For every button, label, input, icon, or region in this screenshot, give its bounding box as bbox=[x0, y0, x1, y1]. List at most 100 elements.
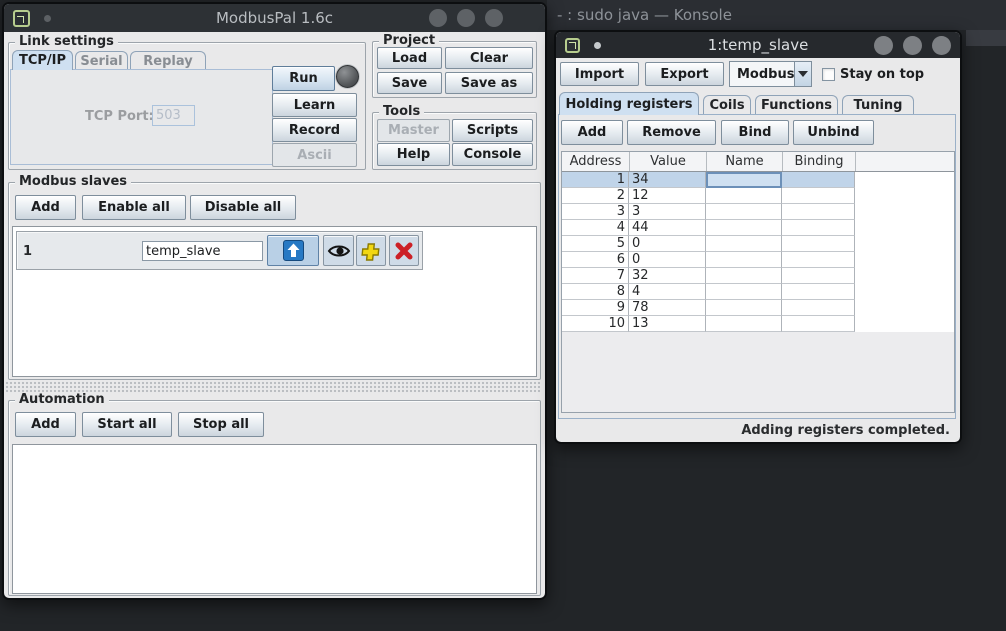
enable-all-button[interactable]: Enable all bbox=[82, 195, 186, 220]
table-row[interactable]: 978 bbox=[562, 300, 954, 316]
column-header-value[interactable]: Value bbox=[630, 152, 707, 171]
table-cell-addr[interactable]: 5 bbox=[562, 236, 629, 252]
modbuspal-app-icon[interactable] bbox=[13, 10, 30, 27]
table-cell-nm[interactable] bbox=[706, 268, 782, 284]
table-row[interactable]: 1013 bbox=[562, 316, 954, 332]
registers-table-header[interactable]: Address Value Name Binding bbox=[562, 152, 954, 172]
table-cell-val[interactable]: 13 bbox=[629, 316, 706, 332]
registers-table[interactable]: Address Value Name Binding 1342123344450… bbox=[561, 151, 955, 413]
tab-holding-registers[interactable]: Holding registers bbox=[559, 92, 699, 115]
table-row[interactable]: 212 bbox=[562, 188, 954, 204]
window-button-circle-icon[interactable] bbox=[457, 9, 475, 27]
tab-tuning[interactable]: Tuning bbox=[842, 95, 914, 115]
tab-replay[interactable]: Replay bbox=[130, 51, 206, 70]
slave-delete-button[interactable] bbox=[389, 235, 419, 266]
table-cell-val[interactable]: 3 bbox=[629, 204, 706, 220]
save-as-button[interactable]: Save as bbox=[445, 72, 533, 94]
table-row[interactable]: 732 bbox=[562, 268, 954, 284]
tab-functions[interactable]: Functions bbox=[755, 95, 838, 115]
tab-serial[interactable]: Serial bbox=[75, 51, 128, 70]
main-window-controls[interactable] bbox=[429, 9, 503, 27]
modbuspal-app-icon[interactable] bbox=[565, 38, 580, 53]
konsole-titlebar[interactable]: - : sudo java — Konsole bbox=[547, 0, 1006, 30]
table-cell-nm[interactable] bbox=[706, 316, 782, 332]
table-cell-nm[interactable] bbox=[706, 300, 782, 316]
table-row[interactable]: 50 bbox=[562, 236, 954, 252]
learn-button[interactable]: Learn bbox=[272, 93, 357, 117]
stay-on-top-checkbox[interactable] bbox=[822, 68, 835, 81]
table-cell-addr[interactable]: 2 bbox=[562, 188, 629, 204]
slave-window-titlebar[interactable]: 1:temp_slave bbox=[556, 32, 960, 58]
window-button-circle-icon[interactable] bbox=[932, 36, 951, 55]
table-cell-addr[interactable]: 8 bbox=[562, 284, 629, 300]
save-button[interactable]: Save bbox=[377, 72, 442, 94]
register-add-button[interactable]: Add bbox=[561, 120, 623, 145]
start-all-button[interactable]: Start all bbox=[82, 412, 172, 437]
scripts-button[interactable]: Scripts bbox=[452, 119, 533, 142]
table-cell-bnd[interactable] bbox=[782, 316, 855, 332]
table-cell-bnd[interactable] bbox=[782, 204, 855, 220]
table-cell-val[interactable]: 12 bbox=[629, 188, 706, 204]
column-header-binding[interactable]: Binding bbox=[783, 152, 856, 171]
console-button[interactable]: Console bbox=[452, 143, 533, 166]
column-header-name[interactable]: Name bbox=[707, 152, 783, 171]
record-button[interactable]: Record bbox=[272, 118, 357, 142]
table-cell-bnd[interactable] bbox=[782, 300, 855, 316]
slave-name-input[interactable] bbox=[142, 241, 263, 261]
table-cell-bnd[interactable] bbox=[782, 188, 855, 204]
ascii-button[interactable]: Ascii bbox=[272, 143, 357, 167]
table-cell-val[interactable]: 34 bbox=[629, 172, 706, 188]
table-cell-nm[interactable] bbox=[706, 188, 782, 204]
load-button[interactable]: Load bbox=[377, 47, 442, 69]
table-cell-val[interactable]: 44 bbox=[629, 220, 706, 236]
table-row[interactable]: 134 bbox=[562, 172, 954, 188]
main-window-titlebar[interactable]: ModbusPal 1.6c bbox=[4, 4, 545, 32]
table-row[interactable]: 444 bbox=[562, 220, 954, 236]
register-remove-button[interactable]: Remove bbox=[627, 120, 716, 145]
export-button[interactable]: Export bbox=[645, 62, 724, 86]
table-cell-addr[interactable]: 6 bbox=[562, 252, 629, 268]
slaves-add-button[interactable]: Add bbox=[15, 195, 76, 220]
table-cell-val[interactable]: 32 bbox=[629, 268, 706, 284]
automation-add-button[interactable]: Add bbox=[15, 412, 76, 437]
chevron-down-icon[interactable] bbox=[794, 62, 811, 86]
master-button[interactable]: Master bbox=[377, 119, 450, 142]
run-button[interactable]: Run bbox=[272, 66, 335, 91]
table-row[interactable]: 84 bbox=[562, 284, 954, 300]
table-cell-addr[interactable]: 9 bbox=[562, 300, 629, 316]
slave-enable-toggle-button[interactable] bbox=[267, 235, 319, 266]
table-cell-addr[interactable]: 10 bbox=[562, 316, 629, 332]
table-cell-nm[interactable] bbox=[706, 204, 782, 220]
window-button-circle-icon[interactable] bbox=[874, 36, 893, 55]
table-cell-bnd[interactable] bbox=[782, 252, 855, 268]
table-cell-bnd[interactable] bbox=[782, 220, 855, 236]
table-cell-addr[interactable]: 3 bbox=[562, 204, 629, 220]
table-cell-nm[interactable] bbox=[706, 172, 782, 188]
tab-tcpip[interactable]: TCP/IP bbox=[12, 50, 73, 70]
table-cell-nm[interactable] bbox=[706, 220, 782, 236]
table-cell-addr[interactable]: 4 bbox=[562, 220, 629, 236]
table-cell-nm[interactable] bbox=[706, 236, 782, 252]
register-bind-button[interactable]: Bind bbox=[721, 120, 789, 145]
table-cell-nm[interactable] bbox=[706, 252, 782, 268]
table-row[interactable]: 60 bbox=[562, 252, 954, 268]
window-button-circle-icon[interactable] bbox=[485, 9, 503, 27]
table-cell-val[interactable]: 78 bbox=[629, 300, 706, 316]
tcp-port-input[interactable] bbox=[152, 105, 195, 126]
table-cell-bnd[interactable] bbox=[782, 236, 855, 252]
table-cell-addr[interactable]: 7 bbox=[562, 268, 629, 284]
window-button-circle-icon[interactable] bbox=[429, 9, 447, 27]
tab-coils[interactable]: Coils bbox=[703, 95, 751, 115]
help-button[interactable]: Help bbox=[377, 143, 450, 166]
table-cell-val[interactable]: 4 bbox=[629, 284, 706, 300]
table-cell-addr[interactable]: 1 bbox=[562, 172, 629, 188]
import-button[interactable]: Import bbox=[560, 62, 639, 86]
table-cell-nm[interactable] bbox=[706, 284, 782, 300]
table-cell-val[interactable]: 0 bbox=[629, 252, 706, 268]
window-button-circle-icon[interactable] bbox=[903, 36, 922, 55]
stop-all-button[interactable]: Stop all bbox=[178, 412, 264, 437]
table-cell-bnd[interactable] bbox=[782, 268, 855, 284]
column-header-address[interactable]: Address bbox=[562, 152, 630, 171]
table-cell-val[interactable]: 0 bbox=[629, 236, 706, 252]
table-row[interactable]: 33 bbox=[562, 204, 954, 220]
